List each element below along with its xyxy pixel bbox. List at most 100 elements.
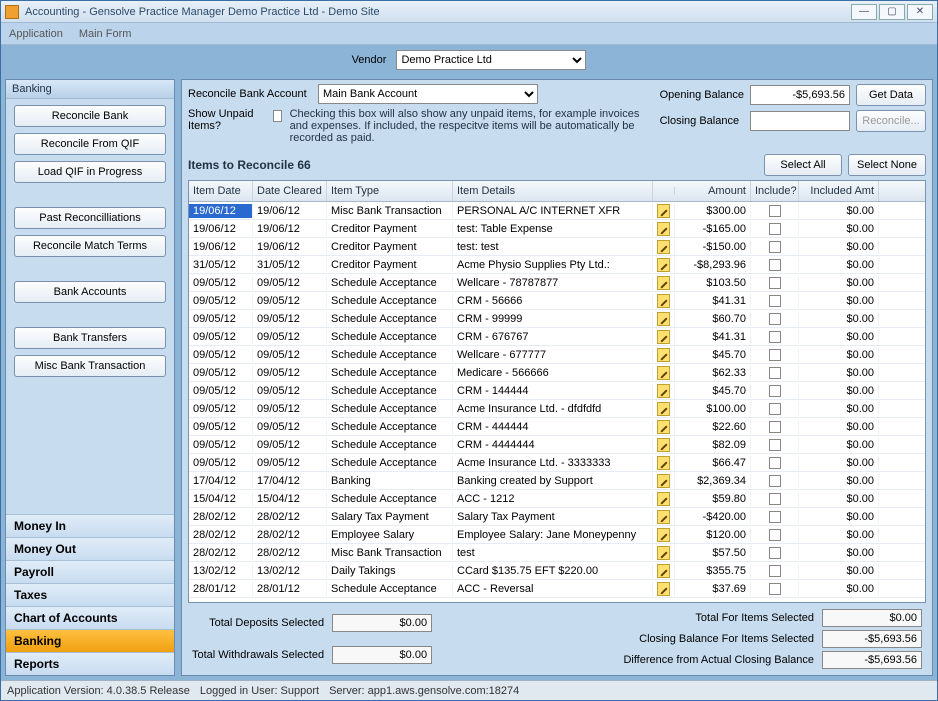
bank-transfers-button[interactable]: Bank Transfers: [14, 327, 166, 349]
edit-icon[interactable]: [657, 420, 670, 434]
include-checkbox[interactable]: [769, 331, 781, 343]
col-include[interactable]: Include?: [751, 181, 799, 201]
include-checkbox[interactable]: [769, 313, 781, 325]
include-checkbox[interactable]: [769, 385, 781, 397]
table-row[interactable]: 28/02/1228/02/12Misc Bank Transactiontes…: [189, 544, 925, 562]
include-checkbox[interactable]: [769, 277, 781, 289]
edit-icon[interactable]: [657, 222, 670, 236]
table-row[interactable]: 09/05/1209/05/12Schedule AcceptanceMedic…: [189, 364, 925, 382]
table-row[interactable]: 28/01/1228/01/12Schedule AcceptanceACC -…: [189, 580, 925, 598]
table-row[interactable]: 09/05/1209/05/12Schedule AcceptanceCRM -…: [189, 382, 925, 400]
col-item-type[interactable]: Item Type: [327, 181, 453, 201]
opening-balance-field[interactable]: [750, 85, 850, 105]
include-checkbox[interactable]: [769, 565, 781, 577]
edit-icon[interactable]: [657, 492, 670, 506]
past-reconciliations-button[interactable]: Past Reconcilliations: [14, 207, 166, 229]
closing-balance-field[interactable]: [750, 111, 850, 131]
edit-icon[interactable]: [657, 582, 670, 596]
include-checkbox[interactable]: [769, 511, 781, 523]
col-included-amt[interactable]: Included Amt: [799, 181, 879, 201]
col-item-date[interactable]: Item Date: [189, 181, 253, 201]
include-checkbox[interactable]: [769, 259, 781, 271]
include-checkbox[interactable]: [769, 475, 781, 487]
table-row[interactable]: 09/05/1209/05/12Schedule AcceptanceWellc…: [189, 274, 925, 292]
table-row[interactable]: 09/05/1209/05/12Schedule AcceptanceAcme …: [189, 454, 925, 472]
include-checkbox[interactable]: [769, 295, 781, 307]
nav-money-out[interactable]: Money Out: [6, 537, 174, 560]
table-row[interactable]: 09/05/1209/05/12Schedule AcceptanceCRM -…: [189, 436, 925, 454]
select-all-button[interactable]: Select All: [764, 154, 842, 176]
include-checkbox[interactable]: [769, 403, 781, 415]
edit-icon[interactable]: [657, 474, 670, 488]
edit-icon[interactable]: [657, 402, 670, 416]
table-row[interactable]: 09/05/1209/05/12Schedule AcceptanceCRM -…: [189, 310, 925, 328]
minimize-button[interactable]: —: [851, 4, 877, 20]
edit-icon[interactable]: [657, 564, 670, 578]
table-row[interactable]: 09/05/1209/05/12Schedule AcceptanceAcme …: [189, 400, 925, 418]
table-row[interactable]: 09/05/1209/05/12Schedule AcceptanceWellc…: [189, 346, 925, 364]
include-checkbox[interactable]: [769, 367, 781, 379]
table-row[interactable]: 19/06/1219/06/12Creditor Paymenttest: Ta…: [189, 220, 925, 238]
include-checkbox[interactable]: [769, 223, 781, 235]
nav-chart-of-accounts[interactable]: Chart of Accounts: [6, 606, 174, 629]
unpaid-checkbox[interactable]: [273, 110, 282, 122]
maximize-button[interactable]: ▢: [879, 4, 905, 20]
include-checkbox[interactable]: [769, 241, 781, 253]
edit-icon[interactable]: [657, 528, 670, 542]
misc-bank-transaction-button[interactable]: Misc Bank Transaction: [14, 355, 166, 377]
table-row[interactable]: 13/02/1213/02/12Daily TakingsCCard $135.…: [189, 562, 925, 580]
edit-icon[interactable]: [657, 384, 670, 398]
include-checkbox[interactable]: [769, 457, 781, 469]
include-checkbox[interactable]: [769, 205, 781, 217]
include-checkbox[interactable]: [769, 547, 781, 559]
table-row[interactable]: 15/04/1215/04/12Schedule AcceptanceACC -…: [189, 490, 925, 508]
table-row[interactable]: 09/05/1209/05/12Schedule AcceptanceCRM -…: [189, 328, 925, 346]
get-data-button[interactable]: Get Data: [856, 84, 926, 106]
col-date-cleared[interactable]: Date Cleared: [253, 181, 327, 201]
menu-application[interactable]: Application: [9, 28, 63, 40]
include-checkbox[interactable]: [769, 493, 781, 505]
nav-money-in[interactable]: Money In: [6, 514, 174, 537]
reconcile-match-terms-button[interactable]: Reconcile Match Terms: [14, 235, 166, 257]
table-row[interactable]: 31/05/1231/05/12Creditor PaymentAcme Phy…: [189, 256, 925, 274]
edit-icon[interactable]: [657, 204, 670, 218]
nav-reports[interactable]: Reports: [6, 652, 174, 675]
table-row[interactable]: 17/04/1217/04/12BankingBanking created b…: [189, 472, 925, 490]
edit-icon[interactable]: [657, 330, 670, 344]
edit-icon[interactable]: [657, 366, 670, 380]
table-row[interactable]: 28/02/1228/02/12Salary Tax PaymentSalary…: [189, 508, 925, 526]
include-checkbox[interactable]: [769, 421, 781, 433]
load-qif-button[interactable]: Load QIF in Progress: [14, 161, 166, 183]
include-checkbox[interactable]: [769, 583, 781, 595]
include-checkbox[interactable]: [769, 349, 781, 361]
include-checkbox[interactable]: [769, 529, 781, 541]
table-row[interactable]: 28/02/1228/02/12Employee SalaryEmployee …: [189, 526, 925, 544]
edit-icon[interactable]: [657, 438, 670, 452]
close-button[interactable]: ✕: [907, 4, 933, 20]
include-checkbox[interactable]: [769, 439, 781, 451]
vendor-select[interactable]: Demo Practice Ltd: [396, 50, 586, 70]
nav-taxes[interactable]: Taxes: [6, 583, 174, 606]
edit-icon[interactable]: [657, 276, 670, 290]
edit-icon[interactable]: [657, 456, 670, 470]
grid-body[interactable]: 19/06/1219/06/12Misc Bank TransactionPER…: [189, 202, 925, 602]
edit-icon[interactable]: [657, 510, 670, 524]
nav-banking[interactable]: Banking: [6, 629, 174, 652]
reconcile-bank-button[interactable]: Reconcile Bank: [14, 105, 166, 127]
edit-icon[interactable]: [657, 240, 670, 254]
nav-payroll[interactable]: Payroll: [6, 560, 174, 583]
table-row[interactable]: 19/06/1219/06/12Creditor Paymenttest: te…: [189, 238, 925, 256]
col-amount[interactable]: Amount: [675, 181, 751, 201]
edit-icon[interactable]: [657, 294, 670, 308]
menu-main-form[interactable]: Main Form: [79, 28, 132, 40]
col-item-details[interactable]: Item Details: [453, 181, 653, 201]
table-row[interactable]: 19/06/1219/06/12Misc Bank TransactionPER…: [189, 202, 925, 220]
table-row[interactable]: 09/05/1209/05/12Schedule AcceptanceCRM -…: [189, 418, 925, 436]
account-select[interactable]: Main Bank Account: [318, 84, 538, 104]
select-none-button[interactable]: Select None: [848, 154, 926, 176]
edit-icon[interactable]: [657, 546, 670, 560]
edit-icon[interactable]: [657, 348, 670, 362]
reconcile-from-qif-button[interactable]: Reconcile From QIF: [14, 133, 166, 155]
bank-accounts-button[interactable]: Bank Accounts: [14, 281, 166, 303]
edit-icon[interactable]: [657, 258, 670, 272]
